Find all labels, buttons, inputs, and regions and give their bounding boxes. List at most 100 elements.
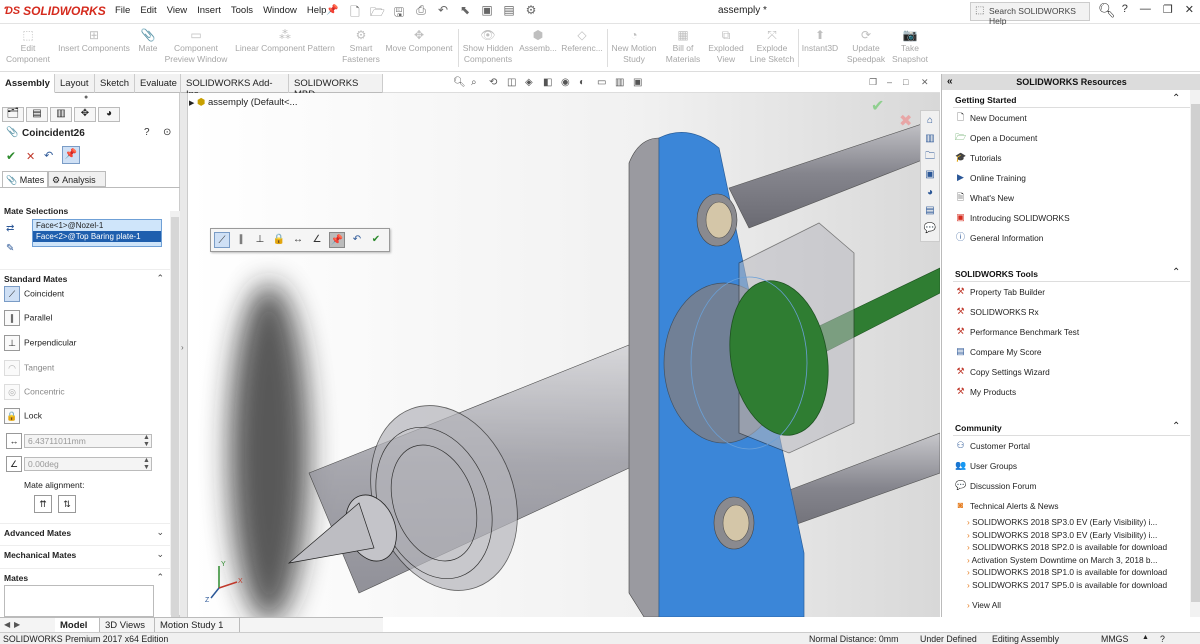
save-icon[interactable]: 🖫 [392,3,406,19]
angle-field[interactable]: 0.00deg [24,457,152,471]
ctx-coincident-icon[interactable]: ⟋ [214,232,230,248]
angle-mate-icon[interactable]: ∠ [6,456,22,472]
advanced-mates-header[interactable]: Advanced Mates ⌄ [0,523,170,541]
appearances-icon[interactable]: ◕ [922,185,938,201]
edit-component-button[interactable]: ⬚ Edit Component [4,28,52,65]
undo-mate-icon[interactable]: ↶ [44,149,53,162]
exploded-view-button[interactable]: ⧉ Exploded View [706,28,746,65]
link-compare-score[interactable]: ▤ Compare My Score [955,346,1041,357]
explode-line-sketch-button[interactable]: ⤧ Explode Line Sketch [748,28,796,65]
chevron-down-icon[interactable]: ⌄ [156,549,164,560]
chevron-up-icon[interactable]: ⌃ [156,273,164,284]
selection-item[interactable]: Face<1>@Nozel-1 [33,220,161,231]
new-motion-study-button[interactable]: ◔ New Motion Study [608,28,660,65]
instant3d-button[interactable]: ⬆ Instant3D [800,28,840,54]
link-my-products[interactable]: ⚒ My Products [955,386,1016,397]
options-gear-icon[interactable]: ⚙ [524,3,538,19]
scene-icon[interactable]: ▭ [597,77,606,88]
menu-window[interactable]: Window [263,5,297,16]
resources-scrollbar[interactable] [1190,90,1200,617]
feature-manager-tab-icon[interactable]: 🗂 [2,107,24,122]
chevron-down-icon[interactable]: ⌄ [156,527,164,538]
help-search-input[interactable]: ⬚ Search SOLIDWORKS Help [970,2,1090,26]
mates-list-header[interactable]: Mates ⌃ [0,568,170,586]
tab-model[interactable]: Model [55,618,100,633]
news-item[interactable]: › SOLIDWORKS 2018 SP2.0 is available for… [967,542,1167,552]
tab-layout[interactable]: Layout [55,74,95,93]
ctx-pin-icon[interactable]: 📌 [329,232,345,248]
ctx-angle-icon[interactable]: ∠ [309,232,325,248]
distance-field[interactable]: 6.43711011mm [24,434,152,448]
linear-pattern-button[interactable]: ⁂ Linear Component Pattern [231,28,339,54]
mate-button[interactable]: 📎 Mate [134,28,162,54]
dimxpert-tab-icon[interactable]: ✥ [74,107,96,122]
pin-menu-icon[interactable]: 📌 [326,5,338,16]
chevron-up-icon[interactable]: ⌃ [1172,267,1180,278]
viewport-restore-icon[interactable]: ❐ [869,77,877,88]
close-icon[interactable]: ✕ [1185,3,1194,16]
file-properties-icon[interactable]: ▤ [502,3,516,19]
selection-item-selected[interactable]: Face<2>@Top Baring plate-1 [33,231,161,242]
menu-help[interactable]: Help [307,5,327,16]
design-library-icon[interactable]: ▥ [922,131,938,147]
news-item[interactable]: › SOLIDWORKS 2018 SP3.0 EV (Early Visibi… [967,517,1157,527]
scrollbar-thumb[interactable] [1191,104,1200,602]
mates-list-box[interactable] [4,585,154,617]
pushpin-icon[interactable]: ⊙ [163,127,171,138]
move-component-button[interactable]: ✥ Move Component [382,28,456,54]
chevron-up-icon[interactable]: ⌃ [1172,421,1180,432]
ctx-distance-icon[interactable]: ↔ [290,232,306,248]
appearance-icon[interactable]: ◐ [579,77,585,88]
link-online-training[interactable]: ▶ Online Training [955,172,1026,183]
menu-file[interactable]: File [115,5,130,16]
scroll-left-icon[interactable]: ◀ [4,620,10,629]
scroll-right-icon[interactable]: ▶ [14,620,20,629]
property-manager-tab-icon[interactable]: ▤ [26,107,48,122]
tab-mbd[interactable]: SOLIDWORKS MBD [289,74,383,100]
bill-of-materials-button[interactable]: ▦ Bill of Materials [662,28,704,65]
view-orientation-icon[interactable]: ◈ [525,77,533,88]
ctx-ok-icon[interactable]: ✔ [368,232,384,248]
link-tutorials[interactable]: 🎓 Tutorials [955,152,1002,163]
link-general-info[interactable]: ⓘ General Information [955,232,1043,243]
mechanical-mates-header[interactable]: Mechanical Mates ⌄ [0,545,170,563]
link-customer-portal[interactable]: ⚇ Customer Portal [955,440,1030,451]
custom-properties-icon[interactable]: ▤ [922,203,938,219]
tab-3d-views[interactable]: 3D Views [100,618,155,633]
view-all-link[interactable]: › View All [967,600,1001,610]
hide-show-icon[interactable]: ◉ [561,77,570,88]
select-icon[interactable]: ⬉ [458,3,472,19]
menu-insert[interactable]: Insert [197,5,221,16]
view-settings-icon[interactable]: ▥ [615,77,624,88]
zoom-area-icon[interactable]: ⌕ [471,77,477,88]
multi-mate-icon[interactable]: ✎ [6,243,14,254]
help-question-icon[interactable]: ? [1122,3,1128,16]
mate-selections-list[interactable]: Face<1>@Nozel-1 Face<2>@Top Baring plate… [32,219,162,247]
collapse-arrow-icon[interactable]: › [181,343,184,352]
forum-icon[interactable]: 💬 [922,221,938,237]
take-snapshot-button[interactable]: 📷 Take Snapshot [890,28,930,65]
collapse-panel-icon[interactable]: « [947,76,953,87]
tab-analysis[interactable]: ⚙ Analysis [48,171,106,187]
link-benchmark[interactable]: ⚒ Performance Benchmark Test [955,326,1079,337]
plate-edge[interactable] [628,137,660,617]
standard-mates-header[interactable]: Standard Mates ⌃ [0,269,170,287]
new-file-icon[interactable]: 🗋 [348,3,362,19]
tab-assembly[interactable]: Assembly [0,74,55,93]
link-introducing[interactable]: ▣ Introducing SOLIDWORKS [955,212,1069,223]
anti-aligned-icon[interactable]: ⇅ [58,495,76,513]
tab-evaluate[interactable]: Evaluate [135,74,181,93]
graphics-area[interactable]: Y X Z ▶ ⬢ assemply (Default<... ✔ ✖ [189,93,940,617]
minimize-icon[interactable]: — [1140,3,1151,16]
mate-tangent[interactable]: ◠ Tangent [4,360,54,378]
viewport-close-icon[interactable]: ✕ [921,77,929,88]
assembly-features-button[interactable]: ⬢ Assemb... [518,28,558,54]
view-palette-icon[interactable]: ▣ [922,167,938,183]
confirm-corner-x-icon[interactable]: ✖ [899,111,912,131]
help-icon[interactable]: ? [144,127,150,138]
undo-icon[interactable]: ↶ [436,3,450,19]
viewport-max-icon[interactable]: □ [903,77,908,87]
units-selector[interactable]: MMGS [1101,634,1128,644]
ok-check-icon[interactable]: ✔ [6,149,16,163]
mate-coincident[interactable]: ⟋ Coincident [4,286,64,304]
